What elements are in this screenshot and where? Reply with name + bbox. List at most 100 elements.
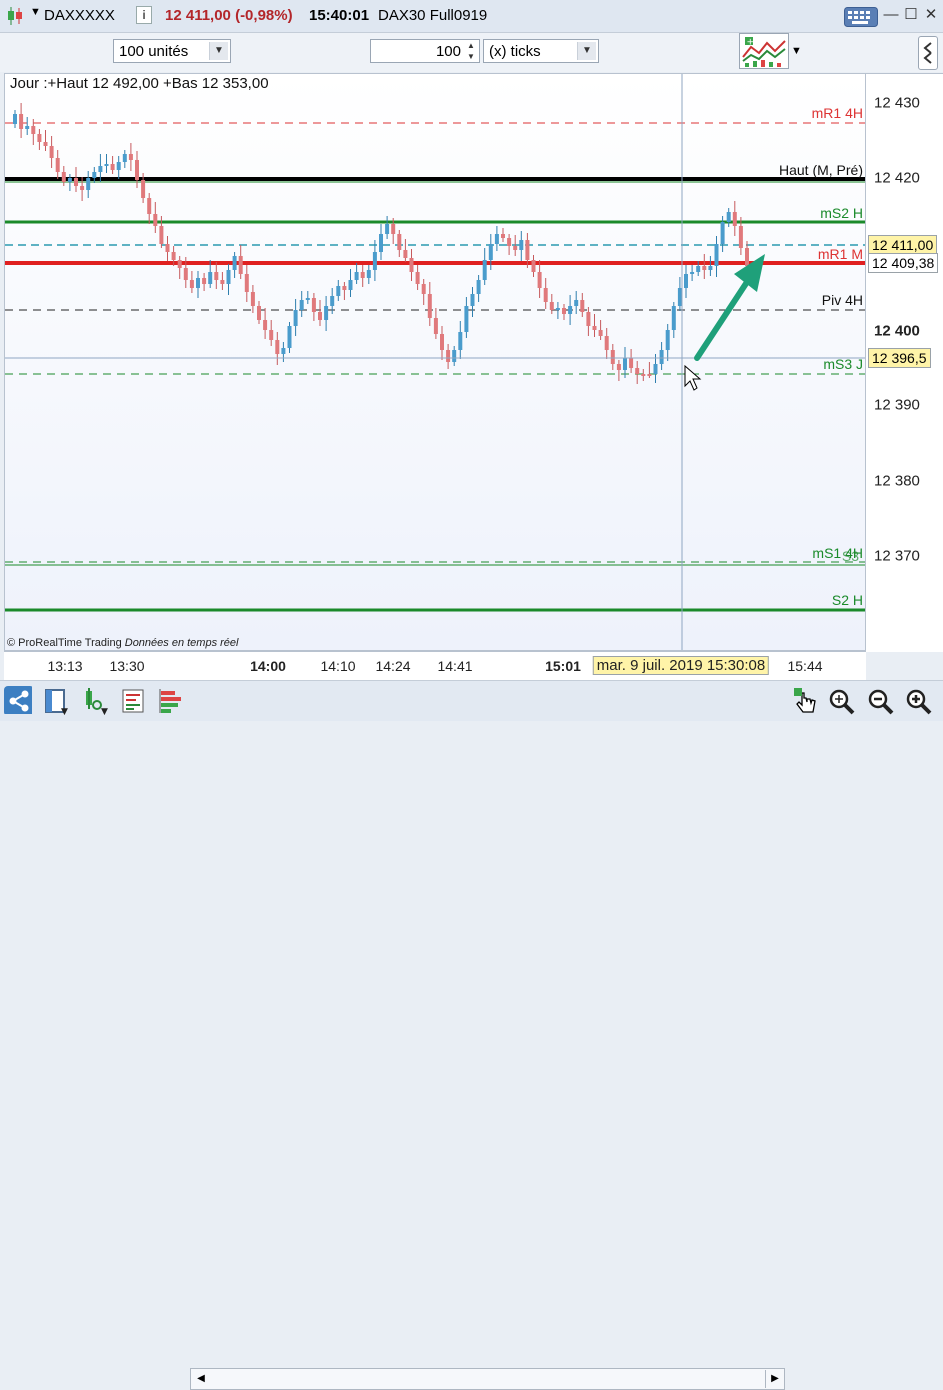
candle-body: [122, 154, 127, 162]
candle-body: [488, 244, 493, 260]
keyboard-icon[interactable]: [844, 7, 878, 27]
chevron-down-icon[interactable]: ▼: [209, 42, 228, 60]
chevron-down-icon[interactable]: ▼: [577, 42, 596, 60]
candle-body: [647, 374, 652, 376]
candle-body: [141, 180, 146, 198]
layout-icon[interactable]: ▼: [44, 687, 72, 715]
y-tick-label: 12 390: [874, 396, 920, 414]
candle-body: [653, 364, 658, 374]
candle-body: [263, 320, 268, 330]
candle-body: [293, 310, 298, 326]
bottom-toolbar: ▼ ▼ ◀ ▶: [0, 680, 943, 1390]
candle-body: [281, 348, 286, 354]
candle-body: [98, 166, 103, 172]
candle-body: [568, 306, 573, 314]
candle-body: [226, 270, 231, 284]
candle-body: [110, 164, 115, 170]
panel-collapse-button[interactable]: [918, 36, 938, 70]
candle-body: [202, 278, 207, 284]
price-axis[interactable]: 12 430 12 420 12 400 12 390 12 380 12 37…: [866, 73, 943, 652]
candle-body: [464, 306, 469, 332]
candle-body: [507, 238, 512, 246]
candle-body: [433, 318, 438, 334]
candle-body: [330, 296, 335, 306]
copyright-text: © ProRealTime Trading Données en temps r…: [7, 637, 238, 649]
chart-scrollbar[interactable]: ◀ ▶: [190, 1368, 785, 1390]
maximize-button[interactable]: ☐: [902, 6, 920, 24]
y-tick-label-bold: 12 400: [874, 322, 920, 340]
price-change: 12 411,00 (-0,98%): [165, 7, 293, 24]
candle-body: [537, 272, 542, 288]
units-select[interactable]: 100 unités ▼: [113, 39, 231, 63]
cursor-date-tag: mar. 9 juil. 2019 15:30:08: [592, 656, 770, 675]
candle-body: [299, 300, 304, 310]
candle-body: [616, 364, 621, 370]
candle-body: [104, 164, 109, 166]
candle-body: [92, 172, 97, 178]
price-chart[interactable]: Jour :+Haut 12 492,00 +Bas 12 353,00 mR1…: [4, 73, 866, 651]
share-icon[interactable]: [4, 686, 32, 714]
chevron-down-icon[interactable]: ▼: [791, 45, 802, 57]
candle-body: [580, 300, 585, 312]
hand-pointer-icon[interactable]: [793, 687, 821, 715]
svg-text:▼: ▼: [61, 707, 68, 715]
candle-body: [574, 300, 579, 306]
order-book-icon[interactable]: [120, 687, 148, 715]
time-axis[interactable]: 13:13 13:30 14:00 14:10 14:24 14:41 15:0…: [4, 651, 866, 680]
ticks-select[interactable]: (x) ticks ▼: [483, 39, 599, 63]
clock-time: 15:40:01: [309, 7, 370, 24]
candlestick-icon[interactable]: [6, 6, 24, 26]
ticks-input[interactable]: 100 ▲ ▼: [370, 39, 480, 63]
level-label-ms2: mS2 H: [820, 205, 863, 221]
candle-body: [635, 368, 640, 374]
candle-body: [555, 308, 560, 310]
zoom-in-icon[interactable]: [904, 687, 932, 715]
candle-body: [702, 266, 707, 270]
candle-body: [19, 114, 24, 129]
scroll-left-icon[interactable]: ◀: [192, 1370, 210, 1388]
y-tick-label: 12 370: [874, 547, 920, 565]
zoom-out-icon[interactable]: [866, 687, 894, 715]
candle-body: [116, 162, 121, 170]
candle-body: [196, 278, 200, 288]
indicators-icon[interactable]: ▼: [82, 687, 110, 715]
candle-body: [177, 260, 182, 268]
x-tick-label-bold: 15:01: [545, 658, 581, 674]
level-label-haut: Haut (M, Pré): [778, 162, 863, 178]
candle-body: [738, 226, 743, 248]
x-tick-label: 15:44: [787, 658, 823, 674]
ticks-input-value: 100: [435, 43, 461, 60]
candle-body: [415, 272, 420, 284]
candle-body: [690, 272, 695, 274]
y-tick-label: 12 380: [874, 472, 920, 490]
candle-body: [726, 212, 731, 222]
scroll-right-icon[interactable]: ▶: [765, 1370, 784, 1388]
candle-body: [214, 272, 219, 280]
info-icon[interactable]: i: [136, 6, 152, 24]
level-label-s2: S2 H: [831, 592, 863, 608]
candle-body: [183, 268, 188, 280]
candle-body: [421, 284, 426, 294]
zoom-fit-icon[interactable]: [827, 687, 855, 715]
spinner-icon[interactable]: ▲ ▼: [464, 40, 478, 62]
candle-body: [501, 234, 505, 238]
symbol-dropdown-icon[interactable]: ▼: [30, 6, 41, 18]
close-button[interactable]: ✕: [922, 6, 940, 24]
candle-body: [159, 226, 164, 244]
x-tick-label: 14:24: [375, 658, 411, 674]
candle-body: [153, 214, 158, 226]
ticks-select-value: (x) ticks: [489, 43, 541, 60]
symbol-name[interactable]: DAXXXXX: [44, 7, 115, 24]
volume-profile-icon[interactable]: [156, 687, 184, 715]
candle-body: [562, 308, 566, 314]
candle-body: [171, 252, 176, 260]
candle-body: [714, 244, 719, 266]
candle-body: [623, 358, 627, 370]
x-tick-label-bold: 14:00: [250, 658, 286, 674]
candle-body: [458, 332, 463, 350]
candle-body: [379, 234, 383, 252]
minimize-button[interactable]: —: [882, 6, 900, 24]
realtime-label: Données en temps réel: [124, 637, 239, 649]
indicator-chart-icon[interactable]: +: [739, 33, 789, 69]
candle-body: [391, 224, 396, 234]
